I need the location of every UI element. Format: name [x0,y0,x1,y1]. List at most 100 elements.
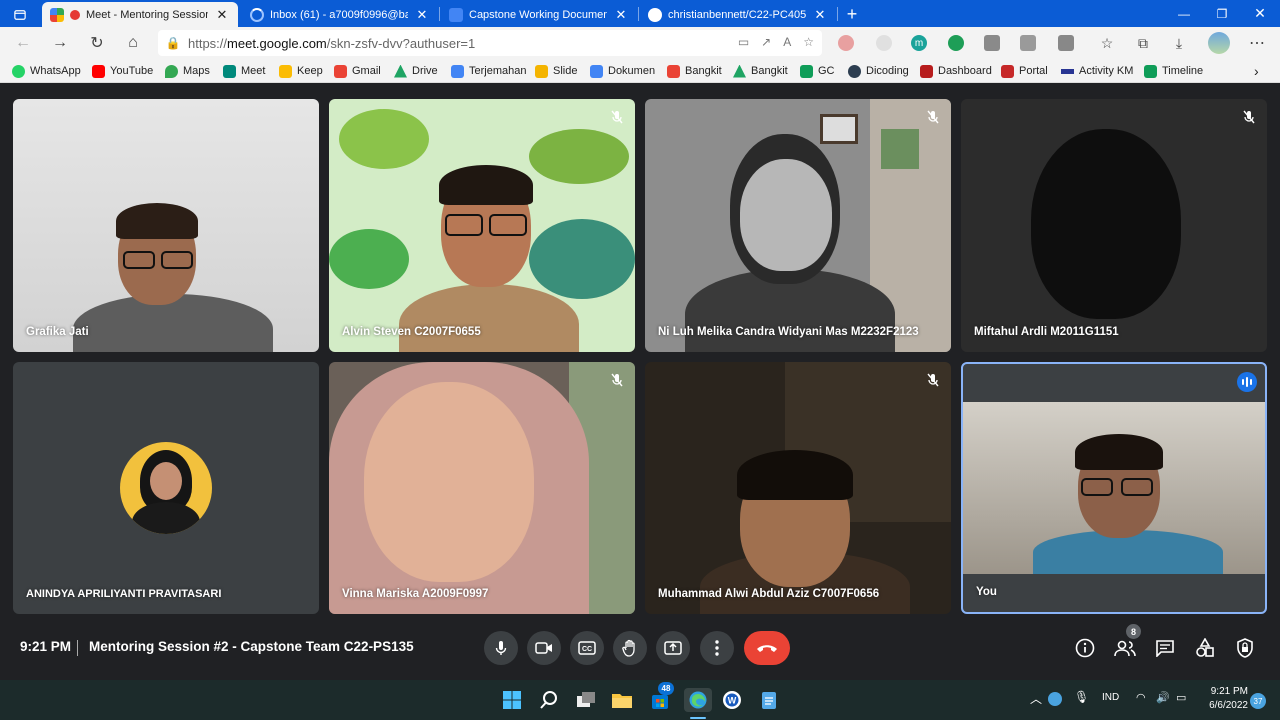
favorites-icon[interactable]: ☆ [1094,31,1120,55]
meeting-details-button[interactable] [1073,636,1097,660]
present-screen-icon [664,641,682,655]
task-view-button[interactable] [574,688,598,712]
participant-name: Ni Luh Melika Candra Widyani Mas M2232F2… [658,326,919,338]
extension-copy-icon[interactable] [1020,35,1036,51]
self-video [963,402,1265,574]
bookmarks-overflow-icon[interactable]: › [1254,63,1259,79]
bookmark-item[interactable]: Gmail [334,63,381,79]
address-bar[interactable]: 🔒 https:// meet.google.com /skn-zsfv-dvv… [158,30,822,56]
captions-button[interactable]: CC [570,631,604,665]
people-button[interactable] [1113,636,1137,660]
participant-tile[interactable]: ANINDYA APRILIYANTI PRAVITASARI [13,362,319,614]
bookmark-label: Activity KM [1079,65,1134,77]
extension-leaf-icon[interactable] [876,35,892,51]
bookmark-item[interactable]: Keep [279,63,323,79]
bookmark-label: Slide [553,65,578,77]
camera-button[interactable] [527,631,561,665]
microsoft-store-button[interactable]: 48 [648,682,674,712]
bookmark-item[interactable]: GC [800,63,835,79]
read-aloud-icon[interactable]: A [783,35,791,49]
minimize-icon[interactable]: — [1166,0,1202,27]
present-screen-button[interactable] [656,631,690,665]
close-window-icon[interactable]: ✕ [1242,0,1278,27]
extension-m-icon[interactable]: m [911,35,927,51]
bookmark-item[interactable]: Drive [394,63,438,79]
tab-meet[interactable]: Meet - Mentoring Session # ✕ [42,2,238,27]
bookmark-label: Dashboard [938,65,992,77]
leave-call-button[interactable] [744,631,790,665]
host-controls-button[interactable] [1233,636,1257,660]
participant-tile[interactable]: Vinna Mariska A2009F0997 [329,362,635,614]
favorite-star-icon[interactable]: ☆ [803,35,814,49]
wifi-icon[interactable]: ◠ [1136,691,1146,704]
onedrive-clock-icon[interactable] [1048,692,1062,706]
bookmark-item[interactable]: YouTube [92,63,153,79]
participant-video [116,203,198,239]
tab-capstone-doc[interactable]: Capstone Working Document - G ✕ [441,2,637,27]
input-language-indicator[interactable]: IND [1102,692,1119,703]
participant-tile[interactable]: Muhammad Alwi Abdul Aziz C7007F0656 [645,362,951,614]
bookmark-item[interactable]: Slide [535,63,577,79]
tab-actions-button[interactable] [6,2,34,27]
participant-tile[interactable]: Grafika Jati [13,99,319,352]
participant-tile[interactable]: Alvin Steven C2007F0655 [329,99,635,352]
close-tab-icon[interactable]: ✕ [613,7,629,23]
profile-avatar[interactable] [1208,32,1230,54]
bookmark-item[interactable]: Bangkit [733,63,788,79]
collections-icon[interactable]: ⧉ [1130,31,1156,55]
forward-button[interactable]: → [47,31,73,55]
notepad-button[interactable] [757,688,781,712]
bookmark-item[interactable]: Maps [165,63,210,79]
edge-browser-button[interactable] [684,688,712,712]
volume-icon[interactable]: 🔊 [1156,691,1170,704]
bookmark-item[interactable]: Bangkit [667,63,722,79]
extension-printer-icon[interactable] [984,35,1000,51]
raise-hand-button[interactable] [613,631,647,665]
bookmark-item[interactable]: Meet [223,63,265,79]
bookmark-item[interactable]: WhatsApp [12,63,81,79]
extension-shield-icon[interactable] [948,35,964,51]
word-button[interactable]: W [720,688,744,712]
participant-tile[interactable]: Ni Luh Melika Candra Widyani Mas M2232F2… [645,99,951,352]
downloads-icon[interactable]: ⤓ [1166,31,1192,55]
refresh-button[interactable]: ↻ [84,31,110,55]
restore-icon[interactable]: ❐ [1204,0,1240,27]
participant-video [1031,129,1181,319]
extensions-icon[interactable] [1058,35,1074,51]
more-menu-icon[interactable]: ⋯ [1244,31,1270,55]
bookmark-item[interactable]: Dokumen [590,63,655,79]
close-tab-icon[interactable]: ✕ [214,7,230,23]
bookmark-item[interactable]: Portal [1001,63,1048,79]
extension-face-icon[interactable] [838,35,854,51]
camera-in-use-icon[interactable]: ▭ [738,35,749,49]
bookmark-item[interactable]: Terjemahan [451,63,526,79]
battery-icon[interactable]: ▭ [1176,691,1186,704]
tab-inbox[interactable]: Inbox (61) - a7009f0996@bangk ✕ [242,2,438,27]
bookmark-item[interactable]: Dashboard [920,63,992,79]
notification-badge[interactable]: 37 [1250,693,1266,709]
participant-tile[interactable]: Miftahul Ardli M2011G1151 [961,99,1267,352]
microphone-button[interactable] [484,631,518,665]
activities-button[interactable] [1193,636,1217,660]
share-icon[interactable]: ↗ [761,35,771,49]
bookmark-item[interactable]: Timeline [1144,63,1203,79]
activities-shapes-icon [1196,638,1214,657]
bookmark-item[interactable]: Dicoding [848,63,909,79]
search-button[interactable] [537,688,561,712]
participant-name: You [976,586,997,598]
taskbar-clock[interactable]: 9:21 PM 6/6/2022 [1200,685,1248,713]
more-options-button[interactable] [700,631,734,665]
new-tab-button[interactable]: + [841,2,863,27]
tab-github[interactable]: christianbennett/C22-PC405_Ca ✕ [640,2,836,27]
close-tab-icon[interactable]: ✕ [414,7,430,23]
start-button[interactable] [500,688,524,712]
chat-button[interactable] [1153,636,1177,660]
microphone-tray-icon[interactable]: 🎙 [1074,690,1089,704]
home-button[interactable]: ⌂ [120,31,146,55]
participant-tile-self[interactable]: You [961,362,1267,614]
close-tab-icon[interactable]: ✕ [812,7,828,23]
back-button[interactable]: ← [10,31,36,55]
bookmark-item[interactable]: Activity KM [1061,63,1133,79]
file-explorer-button[interactable] [610,688,634,712]
hidden-icons-chevron[interactable]: ︿ [1030,690,1042,707]
